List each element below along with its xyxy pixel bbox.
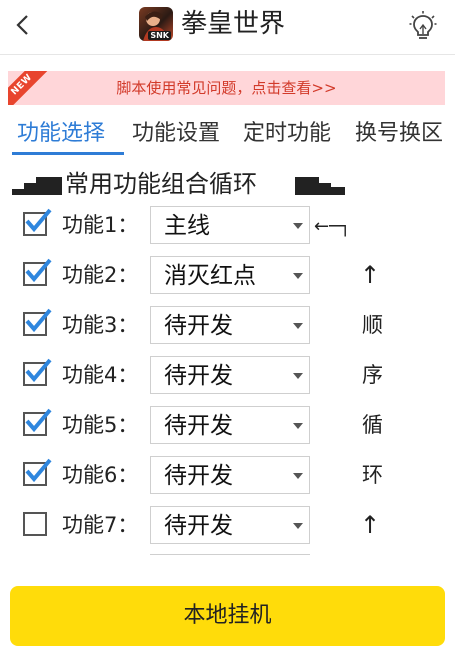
chevron-left-icon	[16, 15, 28, 35]
active-tab-indicator	[12, 152, 124, 155]
function-2-checkbox[interactable]	[23, 258, 52, 286]
function-5-checkbox[interactable]	[23, 408, 52, 436]
function-5-dropdown[interactable]: 待开发	[150, 406, 310, 444]
function-row-2: 功能2： 消灭红点 ↑	[0, 256, 455, 296]
function-1-dropdown[interactable]: 主线	[150, 206, 310, 244]
tab-timer[interactable]: 定时功能	[243, 114, 331, 154]
function-7-checkbox[interactable]	[23, 512, 47, 536]
function-1-checkbox[interactable]	[23, 208, 52, 236]
loop-annotation-char: 循	[362, 413, 383, 437]
section-heading: 常用功能组合循环	[10, 165, 350, 199]
tip-button[interactable]	[409, 10, 437, 42]
checkmark-icon	[25, 308, 52, 333]
function-1-value: 主线	[164, 213, 210, 239]
logo-badge: SNK	[148, 31, 171, 40]
function-row-1: 功能1： 主线 ←─┐	[0, 206, 455, 246]
function-1-label: 功能1：	[62, 213, 139, 237]
function-6-value: 待开发	[164, 463, 233, 489]
loop-up-arrow: ↑	[360, 261, 381, 289]
function-6-dropdown[interactable]: 待开发	[150, 456, 310, 494]
function-row-5: 功能5： 待开发 循	[0, 406, 455, 446]
function-7-dropdown[interactable]: 待开发	[150, 506, 310, 544]
checkmark-icon	[25, 208, 52, 233]
function-3-dropdown[interactable]: 待开发	[150, 306, 310, 344]
function-5-value: 待开发	[164, 413, 233, 439]
function-2-value: 消灭红点	[164, 263, 256, 289]
loop-annotation-char: 顺	[362, 313, 383, 337]
function-3-value: 待开发	[164, 313, 233, 339]
run-local-button[interactable]: 本地挂机	[10, 586, 445, 646]
page-title: 拳皇世界	[181, 9, 286, 39]
function-3-checkbox[interactable]	[23, 308, 52, 336]
function-4-label: 功能4：	[62, 363, 139, 387]
notice-text: 脚本使用常见问题，点击查看>>	[116, 79, 337, 97]
function-row-7: 功能7： 待开发 ↑	[0, 506, 455, 546]
dropdown-arrow-icon	[293, 373, 303, 379]
app-logo: SNK	[139, 7, 173, 41]
checkmark-icon	[25, 358, 52, 383]
back-button[interactable]	[6, 8, 40, 42]
dropdown-arrow-icon	[293, 223, 303, 229]
function-7-label: 功能7：	[62, 513, 139, 537]
loop-back-arrow: ←─┐	[314, 216, 351, 237]
function-4-value: 待开发	[164, 363, 233, 389]
app-header: SNK 拳皇世界	[0, 0, 455, 55]
checkmark-icon	[25, 408, 52, 433]
function-row-4: 功能4： 待开发 序	[0, 356, 455, 396]
run-local-label: 本地挂机	[183, 603, 272, 628]
function-7-value: 待开发	[164, 513, 233, 539]
dropdown-arrow-icon	[293, 323, 303, 329]
function-8-dropdown-partial[interactable]	[150, 554, 310, 561]
function-row-3: 功能3： 待开发 顺	[0, 306, 455, 346]
tab-switch-account[interactable]: 换号换区	[355, 114, 443, 154]
function-2-label: 功能2：	[62, 263, 139, 287]
function-2-dropdown[interactable]: 消灭红点	[150, 256, 310, 294]
checkmark-icon	[25, 258, 52, 283]
dropdown-arrow-icon	[293, 473, 303, 479]
dropdown-arrow-icon	[293, 423, 303, 429]
dropdown-arrow-icon	[293, 523, 303, 529]
function-6-label: 功能6：	[62, 463, 139, 487]
function-6-checkbox[interactable]	[23, 458, 52, 486]
section-title: 常用功能组合循环	[65, 170, 257, 198]
lightbulb-icon	[409, 11, 437, 39]
tab-function-select[interactable]: 功能选择	[17, 114, 105, 154]
function-5-label: 功能5：	[62, 413, 139, 437]
function-row-6: 功能6： 待开发 环	[0, 456, 455, 496]
function-4-checkbox[interactable]	[23, 358, 52, 386]
tab-function-settings[interactable]: 功能设置	[132, 114, 220, 154]
dropdown-arrow-icon	[293, 273, 303, 279]
function-4-dropdown[interactable]: 待开发	[150, 356, 310, 394]
checkmark-icon	[25, 458, 52, 483]
loop-up-arrow: ↑	[360, 511, 381, 539]
loop-annotation-char: 序	[362, 363, 383, 387]
loop-annotation-char: 环	[362, 463, 383, 487]
function-3-label: 功能3：	[62, 313, 139, 337]
faq-notice-banner[interactable]: 脚本使用常见问题，点击查看>> NEW	[8, 71, 445, 105]
